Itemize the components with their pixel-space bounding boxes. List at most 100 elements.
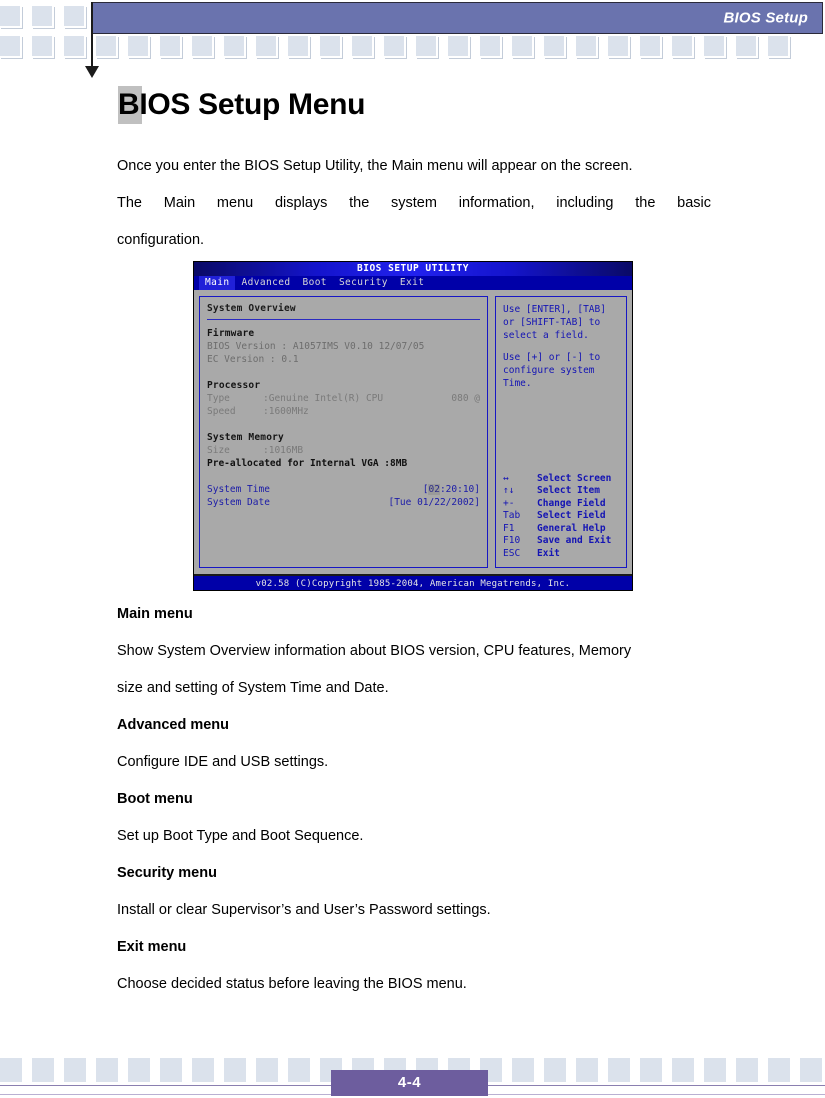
legend-row: F10 Save and Exit [503, 535, 619, 548]
bios-key-legend: ↔ Select Screen ↑↓ Select Item +- Change… [503, 473, 619, 561]
legend-key-tab: Tab [503, 510, 521, 521]
decor-square [448, 36, 470, 58]
menu-heading-boot: Boot menu [117, 791, 193, 807]
legend-action-exit: Exit [537, 547, 560, 559]
system-memory-heading: System Memory [207, 432, 284, 443]
processor-speed-value: :1600MHz [263, 406, 309, 417]
decor-square [704, 36, 726, 58]
system-date-row[interactable]: System Date [Tue 01/22/2002] [207, 496, 480, 509]
decor-square [0, 6, 22, 28]
bios-copyright-footer: v02.58 (C)Copyright 1985-2004, American … [194, 574, 632, 590]
bios-tab-exit[interactable]: Exit [394, 276, 430, 290]
page-footer: 4-4 [0, 1050, 825, 1098]
bios-tab-main[interactable]: Main [199, 276, 236, 290]
system-time-value[interactable]: [02:20:10] [423, 483, 480, 496]
bios-help-panel: Use [ENTER], [TAB] or [SHIFT-TAB] to sel… [495, 296, 627, 568]
decor-square [672, 1058, 696, 1084]
processor-speed-label: Speed [207, 406, 236, 417]
bios-setup-screenshot: BIOS SETUP UTILITY Main Advanced Boot Se… [193, 261, 633, 591]
menu-desc-main-line1: Show System Overview information about B… [117, 643, 632, 659]
firmware-heading: Firmware [207, 328, 255, 339]
bios-tab-advanced[interactable]: Advanced [235, 276, 296, 290]
menu-heading-advanced: Advanced menu [117, 717, 229, 733]
decor-square [0, 36, 22, 58]
legend-key-arrows-vertical-icon: ↑↓ [503, 485, 515, 496]
processor-type-extra: 080 @ [451, 393, 480, 404]
bios-main-panel: System Overview Firmware BIOS Version : … [199, 296, 488, 568]
decor-square [512, 1058, 536, 1084]
menu-desc-main-line2: size and setting of System Time and Date… [117, 680, 389, 696]
legend-action-change-field: Change Field [537, 497, 606, 509]
bios-tab-security[interactable]: Security [333, 276, 394, 290]
menu-desc-security: Install or clear Supervisor’s and User’s… [117, 902, 491, 918]
legend-row: F1 General Help [503, 523, 619, 536]
memory-size-row: Size :1016MB [207, 444, 480, 457]
bios-version-row: BIOS Version : A1057IMS V0.10 12/07/05 [207, 340, 480, 353]
decor-square [64, 36, 86, 58]
help-line-3: select a field. [503, 330, 589, 341]
decor-square [544, 1058, 568, 1084]
decor-square [256, 1058, 280, 1084]
processor-type-value: :Genuine Intel(R) CPU [263, 393, 384, 404]
system-time-row[interactable]: System Time [02:20:10] [207, 483, 480, 496]
decor-square [64, 1058, 88, 1084]
decor-square [160, 36, 182, 58]
callout-arrow-line [91, 2, 93, 70]
decor-square [768, 1058, 792, 1084]
ec-version-label: EC Version : [207, 354, 276, 365]
system-overview-title: System Overview [207, 303, 296, 314]
legend-key-esc: ESC [503, 547, 521, 559]
decor-square [32, 6, 54, 28]
bios-version-label: BIOS Version : [207, 341, 288, 352]
system-date-value[interactable]: [Tue 01/22/2002] [388, 496, 480, 509]
decor-square [416, 36, 438, 58]
decor-square [512, 36, 534, 58]
legend-row: Tab Select Field [503, 510, 619, 523]
decor-square [704, 1058, 728, 1084]
header-title-bar: BIOS Setup [92, 2, 823, 34]
header-chapter-title: BIOS Setup [723, 9, 808, 27]
decor-square [0, 1058, 24, 1084]
decor-square [352, 36, 374, 58]
vga-preallocated-row: Pre-allocated for Internal VGA :8MB [207, 458, 408, 469]
system-time-hours[interactable]: 02 [428, 484, 440, 495]
processor-heading: Processor [207, 380, 261, 391]
help-line-4: Use [+] or [-] to [503, 352, 601, 363]
intro-paragraph-line-1: Once you enter the BIOS Setup Utility, t… [117, 158, 633, 174]
decor-square [288, 1058, 312, 1084]
decor-square [640, 36, 662, 58]
bios-tab-boot[interactable]: Boot [296, 276, 332, 290]
legend-row: +- Change Field [503, 498, 619, 511]
intro-paragraph-line-2: The Main menu displays the system inform… [117, 195, 711, 211]
decor-square [64, 6, 86, 28]
system-time-label: System Time [207, 484, 270, 495]
memory-size-label: Size [207, 445, 230, 456]
decor-square [672, 36, 694, 58]
intro-paragraph-line-3: configuration. [117, 232, 205, 248]
help-line-2: or [SHIFT-TAB] to [503, 317, 601, 328]
legend-action-select-field: Select Field [537, 510, 606, 521]
decor-square [256, 36, 278, 58]
legend-action-save-and-exit: Save and Exit [537, 535, 612, 546]
memory-size-value: :1016MB [263, 445, 304, 456]
decor-square [800, 1058, 824, 1084]
legend-action-select-screen: Select Screen [537, 472, 612, 484]
menu-desc-exit: Choose decided status before leaving the… [117, 976, 467, 992]
decor-square [320, 36, 342, 58]
header-decor-squares-top [0, 6, 96, 28]
decor-square [736, 36, 758, 58]
legend-key-arrows-horizontal-icon: ↔ [503, 472, 509, 484]
help-line-5: configure system Time. [503, 365, 595, 389]
decor-square [192, 1058, 216, 1084]
menu-heading-security: Security menu [117, 865, 217, 881]
page-title-block: BIOS Setup Menu [110, 86, 365, 124]
decor-square [608, 1058, 632, 1084]
decor-square [384, 36, 406, 58]
ec-version-row: EC Version : 0.1 [207, 353, 480, 366]
decor-square [32, 36, 54, 58]
menu-descriptions: Main menu Show System Overview informati… [117, 596, 711, 1003]
decor-square [96, 36, 118, 58]
decor-square [224, 1058, 248, 1084]
ec-version-value: 0.1 [281, 354, 299, 365]
legend-row: ↔ Select Screen [503, 473, 619, 486]
